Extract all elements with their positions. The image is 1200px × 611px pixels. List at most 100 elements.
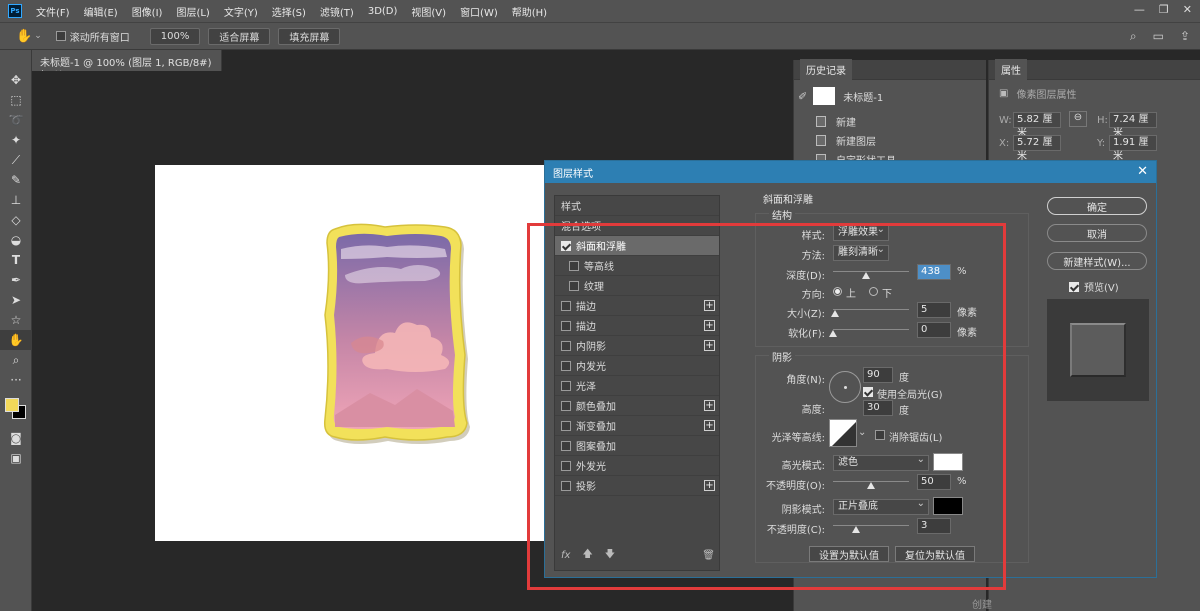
cancel-button[interactable]: 取消 — [1047, 224, 1147, 242]
shape-tool-icon[interactable]: ☆ — [0, 310, 32, 330]
chevron-down-icon[interactable]: ⌄ — [34, 31, 42, 41]
style-item[interactable]: 描边 + — [555, 316, 719, 336]
style-item[interactable]: 纹理 — [555, 276, 719, 296]
style-dropdown[interactable]: 浮雕效果 — [833, 223, 889, 241]
scroll-all-windows-option[interactable]: 滚动所有窗口 — [55, 29, 130, 44]
history-tab[interactable]: 历史记录 — [794, 59, 986, 80]
depth-input[interactable]: 438 — [917, 264, 951, 280]
size-slider[interactable] — [833, 309, 909, 310]
menu-filter[interactable]: 滤镜(T) — [320, 4, 354, 19]
height-field[interactable]: 7.24 厘米 — [1109, 112, 1157, 139]
properties-tab[interactable]: 属性 — [989, 59, 1200, 80]
x-field[interactable]: 5.72 厘米 — [1013, 135, 1061, 162]
style-item-checkbox[interactable] — [561, 240, 571, 251]
zoom-100-button[interactable]: 100% — [149, 27, 201, 45]
menu-3d[interactable]: 3D(D) — [368, 6, 398, 17]
style-item[interactable]: 斜面和浮雕 — [555, 236, 719, 256]
menu-help[interactable]: 帮助(H) — [512, 4, 547, 19]
add-effect-icon[interactable]: + — [704, 320, 715, 331]
scroll-all-checkbox[interactable] — [55, 31, 66, 41]
style-item[interactable]: 图案叠加 — [555, 436, 719, 456]
path-select-tool-icon[interactable]: ➤ — [0, 290, 32, 310]
ok-button[interactable]: 确定 — [1047, 197, 1147, 215]
history-item[interactable]: 新建 — [794, 112, 986, 131]
search-icon[interactable]: ⌕ — [1130, 29, 1137, 44]
create-label[interactable]: 创建 — [972, 596, 992, 611]
add-effect-icon[interactable]: + — [704, 300, 715, 311]
method-dropdown[interactable]: 雕刻清晰 — [833, 243, 889, 261]
menu-file[interactable]: 文件(F) — [36, 4, 70, 19]
width-field[interactable]: 5.82 厘米 — [1013, 112, 1061, 139]
more-tools-icon[interactable]: ··· — [0, 370, 32, 390]
style-item[interactable]: 内阴影 + — [555, 336, 719, 356]
add-effect-icon[interactable]: + — [704, 420, 715, 431]
menu-view[interactable]: 视图(V) — [411, 4, 446, 19]
size-slider-knob[interactable] — [830, 310, 839, 317]
style-item-checkbox[interactable] — [561, 420, 571, 431]
soften-slider-knob[interactable] — [829, 330, 837, 337]
zoom-tool-icon[interactable]: ⌕ — [0, 350, 32, 370]
style-item-checkbox[interactable] — [561, 400, 571, 411]
marquee-tool-icon[interactable]: ⬚ — [0, 90, 32, 110]
style-item-checkbox[interactable] — [561, 460, 571, 471]
style-item-checkbox[interactable] — [561, 300, 571, 311]
add-effect-icon[interactable]: + — [704, 340, 715, 351]
shadow-opacity-input[interactable]: 3 — [917, 518, 951, 534]
highlight-mode-dropdown[interactable]: 滤色 — [833, 453, 929, 471]
color-swatches[interactable] — [0, 390, 31, 428]
add-effect-icon[interactable]: + — [704, 400, 715, 411]
history-snapshot[interactable]: ✐ 未标题-1 — [794, 80, 986, 112]
highlight-opacity-knob[interactable] — [867, 482, 875, 489]
soften-slider[interactable] — [833, 329, 909, 330]
lasso-tool-icon[interactable]: ➰ — [0, 110, 32, 130]
shadow-opacity-slider[interactable] — [833, 525, 909, 526]
style-item[interactable]: 渐变叠加 + — [555, 416, 719, 436]
link-icon[interactable]: ⊖ — [1069, 111, 1087, 127]
y-field[interactable]: 1.91 厘米 — [1109, 135, 1157, 162]
workspace-icon[interactable]: ▭ — [1153, 29, 1164, 44]
menu-edit[interactable]: 编辑(E) — [84, 4, 118, 19]
style-item-checkbox[interactable] — [569, 280, 579, 291]
document-tab[interactable]: 未标题-1 @ 100% (图层 1, RGB/8#) * ✕ — [32, 50, 222, 80]
hand-tool-icon[interactable]: ✋ — [16, 29, 32, 44]
soften-input[interactable]: 0 — [917, 322, 951, 338]
shadow-color-swatch[interactable] — [933, 497, 963, 515]
blending-options-item[interactable]: 混合选项 — [555, 216, 719, 236]
trash-icon[interactable]: 🗑 — [702, 550, 715, 561]
highlight-color-swatch[interactable] — [933, 453, 963, 471]
stamp-tool-icon[interactable]: ⊥ — [0, 190, 32, 210]
style-item-checkbox[interactable] — [561, 320, 571, 331]
global-light-checkbox[interactable] — [863, 387, 873, 397]
depth-slider-knob[interactable] — [862, 272, 871, 279]
document-canvas[interactable] — [155, 165, 555, 541]
style-item-checkbox[interactable] — [561, 440, 571, 451]
restore-icon[interactable]: ❐ — [1159, 3, 1169, 16]
menu-layer[interactable]: 图层(L) — [176, 4, 209, 19]
style-item[interactable]: 投影 + — [555, 476, 719, 496]
close-icon[interactable]: ✕ — [1183, 3, 1192, 16]
fit-screen-button[interactable]: 适合屏幕 — [208, 27, 271, 45]
shadow-mode-dropdown[interactable]: 正片叠底 — [833, 497, 929, 515]
pen-tool-icon[interactable]: ✒ — [0, 270, 32, 290]
size-input[interactable]: 5 — [917, 302, 951, 318]
style-item-checkbox[interactable] — [561, 480, 571, 491]
shadow-opacity-knob[interactable] — [851, 526, 860, 533]
minimize-icon[interactable]: — — [1134, 3, 1145, 16]
style-item[interactable]: 光泽 — [555, 376, 719, 396]
brush-tool-icon[interactable]: ✎ — [0, 170, 32, 190]
move-down-icon[interactable]: 🡇 — [605, 547, 615, 564]
styles-header[interactable]: 样式 — [555, 196, 719, 216]
depth-slider[interactable] — [833, 271, 909, 272]
menu-select[interactable]: 选择(S) — [272, 4, 306, 19]
move-up-icon[interactable]: 🡅 — [582, 547, 592, 564]
close-icon[interactable]: ✕ — [1137, 164, 1148, 179]
move-tool-icon[interactable]: ✥ — [0, 70, 32, 90]
history-item[interactable]: 新建图层 — [794, 131, 986, 150]
share-icon[interactable]: ⇪ — [1180, 29, 1190, 44]
style-item[interactable]: 外发光 — [555, 456, 719, 476]
quick-mask-icon[interactable]: ◙ — [0, 428, 32, 448]
direction-up-radio[interactable] — [833, 287, 842, 296]
fx-icon[interactable]: fx — [561, 550, 570, 561]
preview-checkbox[interactable] — [1069, 281, 1079, 292]
magic-wand-tool-icon[interactable]: ✦ — [0, 130, 32, 150]
